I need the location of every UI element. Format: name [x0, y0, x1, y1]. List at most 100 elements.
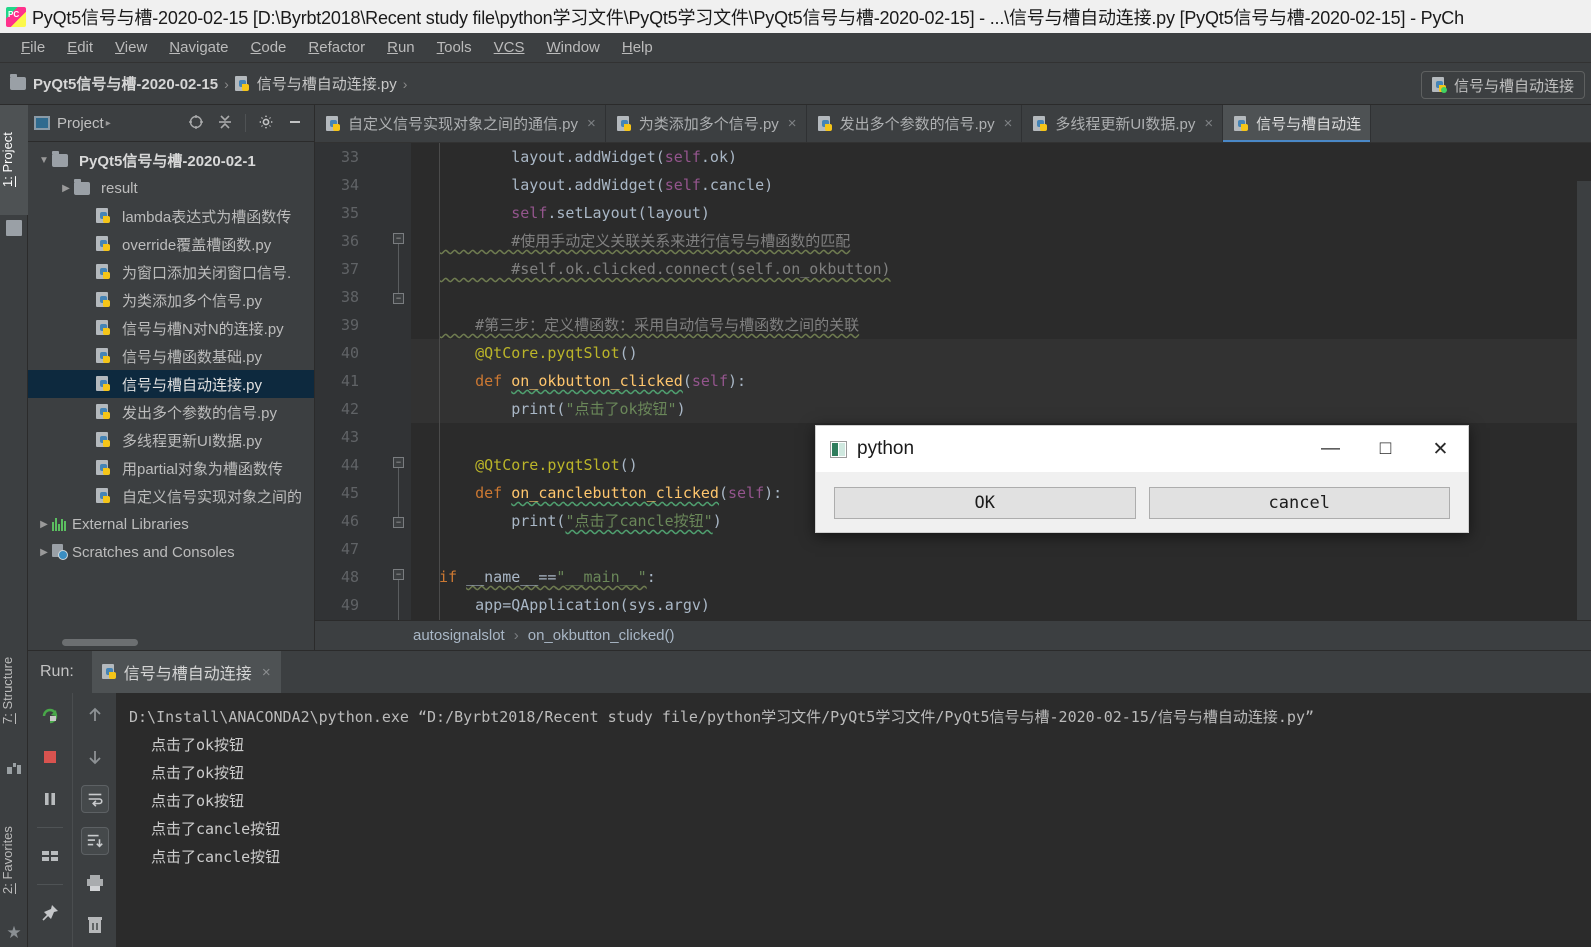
- tree-row[interactable]: 自定义信号实现对象之间的: [28, 482, 314, 510]
- editor-tab[interactable]: 发出多个参数的信号.py ×: [806, 105, 1023, 142]
- editor-gutter[interactable]: 33 34 35 36 37 38 39 40 41 42 43 44 45 46 47 48 49 − − −…: [315, 143, 411, 650]
- print-icon[interactable]: [81, 869, 109, 897]
- twisty-icon[interactable]: ▶: [36, 547, 52, 558]
- code-line[interactable]: layout.addWidget(self.cancle): [411, 171, 1591, 199]
- twisty-icon[interactable]: ▶: [36, 519, 52, 530]
- menu-item-file[interactable]: File: [10, 37, 56, 58]
- code-line[interactable]: if __name__=="__main__":: [411, 563, 1591, 591]
- code-token: "点击了ok按钮": [565, 400, 677, 418]
- python-file-icon: [96, 404, 112, 420]
- menu-item-edit[interactable]: Edit: [56, 37, 104, 58]
- chevron-right-icon[interactable]: ▸: [106, 118, 111, 129]
- code-line[interactable]: #self.ok.clicked.connect(self.on_okbutto…: [411, 255, 1591, 283]
- up-arrow-icon[interactable]: [81, 701, 109, 729]
- twisty-icon[interactable]: ▶: [58, 183, 74, 194]
- editor-scroll-strip[interactable]: [1577, 181, 1591, 650]
- close-icon[interactable]: ×: [587, 115, 596, 132]
- breadcrumb-file[interactable]: 信号与槽自动连接.py: [234, 73, 397, 94]
- code-token: @QtCore.pyqtSlot: [439, 344, 620, 362]
- code-line[interactable]: self.setLayout(layout): [411, 199, 1591, 227]
- twisty-icon[interactable]: ▼: [36, 155, 52, 166]
- layout-icon[interactable]: [36, 842, 64, 870]
- python-window-icon: [830, 440, 847, 458]
- breadcrumb-method[interactable]: on_okbutton_clicked(): [528, 627, 675, 644]
- menu-item-window[interactable]: Window: [536, 37, 611, 58]
- code-token: app=QApplication(sys.argv): [439, 596, 710, 614]
- run-tab[interactable]: 信号与槽自动连接 ×: [91, 651, 281, 693]
- project-horizontal-scrollbar[interactable]: [62, 639, 138, 646]
- tree-row-label: 信号与槽自动连接.py: [122, 376, 263, 394]
- tree-row[interactable]: lambda表达式为槽函数传: [28, 202, 314, 230]
- maximize-button[interactable]: □: [1358, 426, 1413, 472]
- cancel-button[interactable]: cancel: [1148, 487, 1450, 519]
- structure-icon: [6, 760, 22, 776]
- menu-item-view[interactable]: View: [104, 37, 158, 58]
- tree-row[interactable]: 用partial对象为槽函数传: [28, 454, 314, 482]
- sidebar-tab-favorites[interactable]: 2: Favorites: [0, 795, 28, 925]
- code-line[interactable]: [411, 535, 1591, 563]
- code-line[interactable]: #第三步：定义槽函数：采用自动信号与槽函数之间的关联: [411, 311, 1591, 339]
- code-line[interactable]: print("点击了ok按钮"): [411, 395, 1591, 423]
- close-icon[interactable]: ×: [788, 115, 797, 132]
- code-line[interactable]: [411, 283, 1591, 311]
- editor-tab[interactable]: 自定义信号实现对象之间的通信.py ×: [315, 105, 606, 142]
- ok-button[interactable]: OK: [834, 487, 1136, 519]
- menu-item-help[interactable]: Help: [611, 37, 664, 58]
- tree-row[interactable]: 信号与槽函数基础.py: [28, 342, 314, 370]
- menu-item-vcs[interactable]: VCS: [483, 37, 536, 58]
- tree-row-label: 信号与槽N对N的连接.py: [122, 320, 284, 338]
- run-configuration-selector[interactable]: 信号与槽自动连接: [1420, 71, 1585, 99]
- collapse-all-icon[interactable]: [216, 114, 234, 132]
- sidebar-tab-project[interactable]: 1: Project: [0, 105, 28, 215]
- editor-tab[interactable]: 多线程更新UI数据.py ×: [1022, 105, 1224, 142]
- stop-icon[interactable]: [36, 743, 64, 771]
- menu-item-code[interactable]: Code: [240, 37, 298, 58]
- menu-item-tools[interactable]: Tools: [426, 37, 483, 58]
- soft-wrap-icon[interactable]: [80, 785, 109, 813]
- run-console-output[interactable]: D:\Install\ANACONDA2\python.exe “D:/Byrb…: [117, 693, 1591, 947]
- tree-row[interactable]: ▶ Scratches and Consoles: [28, 538, 314, 566]
- python-dialog-window[interactable]: python — □ ✕ OK cancel: [815, 425, 1469, 533]
- close-button[interactable]: ✕: [1413, 426, 1468, 472]
- gear-icon[interactable]: [257, 114, 275, 132]
- tree-row[interactable]: ▼ PyQt5信号与槽-2020-02-1: [28, 146, 314, 174]
- close-icon[interactable]: ×: [1204, 115, 1213, 132]
- code-line[interactable]: layout.addWidget(self.ok): [411, 143, 1591, 171]
- tree-row[interactable]: 为类添加多个信号.py: [28, 286, 314, 314]
- rerun-icon[interactable]: [36, 701, 64, 729]
- breadcrumb-class[interactable]: autosignalslot: [413, 627, 505, 644]
- fold-collapse-icon-2: −: [393, 457, 404, 468]
- console-output-line: 点击了ok按钮: [151, 792, 245, 810]
- pause-icon[interactable]: [36, 785, 64, 813]
- code-editor[interactable]: 33 34 35 36 37 38 39 40 41 42 43 44 45 46 47 48 49 − − −…: [315, 143, 1591, 650]
- menu-item-refactor[interactable]: Refactor: [297, 37, 376, 58]
- down-arrow-icon[interactable]: [81, 743, 109, 771]
- sidebar-tab-structure[interactable]: 7: Structure: [0, 625, 28, 755]
- code-text[interactable]: layout.addWidget(self.ok) layout.addWidg…: [411, 143, 1591, 650]
- tree-row[interactable]: 信号与槽自动连接.py: [28, 370, 314, 398]
- code-line[interactable]: def on_okbutton_clicked(self):: [411, 367, 1591, 395]
- scroll-to-end-icon[interactable]: [80, 827, 109, 855]
- tree-row[interactable]: ▶ result: [28, 174, 314, 202]
- tree-row[interactable]: override覆盖槽函数.py: [28, 230, 314, 258]
- tree-row[interactable]: 为窗口添加关闭窗口信号.: [28, 258, 314, 286]
- tree-row[interactable]: 信号与槽N对N的连接.py: [28, 314, 314, 342]
- clear-all-icon[interactable]: [81, 911, 109, 939]
- minimize-button[interactable]: —: [1303, 426, 1358, 472]
- close-icon[interactable]: ×: [1004, 115, 1013, 132]
- pin-icon[interactable]: [36, 899, 64, 927]
- tree-row[interactable]: 发出多个参数的信号.py: [28, 398, 314, 426]
- locate-icon[interactable]: [187, 114, 205, 132]
- breadcrumb-project[interactable]: PyQt5信号与槽-2020-02-15: [10, 73, 218, 94]
- hide-panel-icon[interactable]: [286, 114, 304, 132]
- close-icon[interactable]: ×: [262, 664, 271, 681]
- code-line[interactable]: app=QApplication(sys.argv): [411, 591, 1591, 619]
- tree-row[interactable]: 多线程更新UI数据.py: [28, 426, 314, 454]
- code-line[interactable]: @QtCore.pyqtSlot(): [411, 339, 1591, 367]
- editor-tab[interactable]: 为类添加多个信号.py ×: [605, 105, 807, 142]
- code-line[interactable]: #使用手动定义关联关系来进行信号与槽函数的匹配: [411, 227, 1591, 255]
- menu-item-navigate[interactable]: Navigate: [158, 37, 239, 58]
- tree-row[interactable]: ▶ External Libraries: [28, 510, 314, 538]
- menu-item-run[interactable]: Run: [376, 37, 426, 58]
- editor-tab[interactable]: 信号与槽自动连: [1223, 105, 1372, 142]
